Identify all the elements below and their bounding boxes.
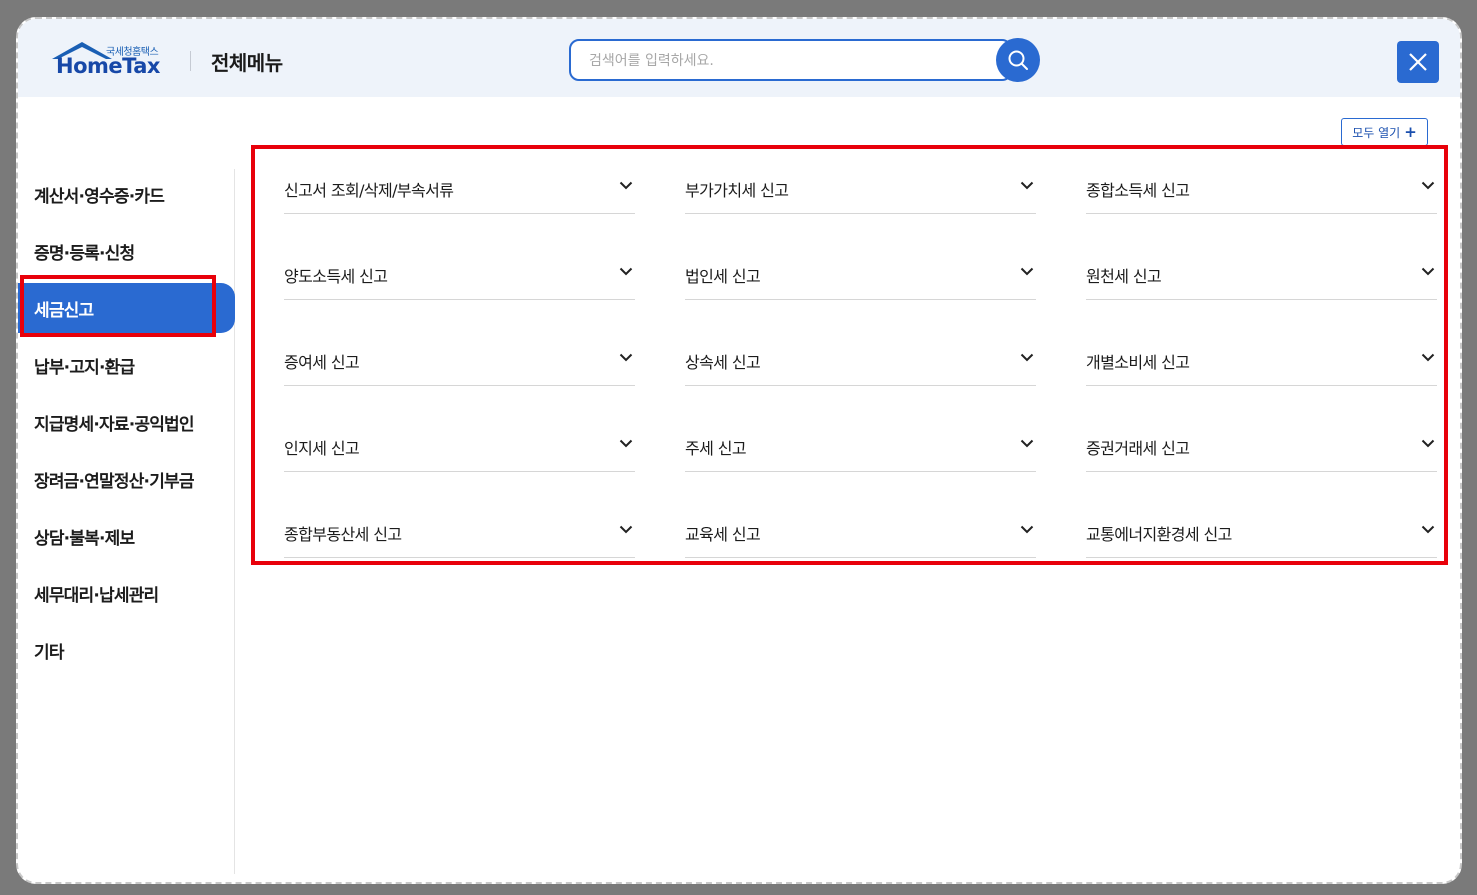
plus-icon: + bbox=[1404, 123, 1417, 141]
menu-item-securities-tax[interactable]: 증권거래세 신고 bbox=[1086, 429, 1437, 472]
sidebar-item-label: 장려금·연말정산·기부금 bbox=[34, 471, 195, 492]
header-divider bbox=[190, 51, 191, 71]
sidebar-item-label: 세금신고 bbox=[34, 300, 94, 321]
menu-item-capital-gains[interactable]: 양도소득세 신고 bbox=[284, 257, 635, 300]
menu-item-comprehensive-property-tax[interactable]: 종합부동산세 신고 bbox=[284, 515, 635, 558]
modal-header: 국세청홈택스 HomeTax 전체메뉴 bbox=[18, 19, 1460, 97]
sidebar-item-invoice-receipt-card[interactable]: 계산서·영수증·카드 bbox=[18, 169, 235, 219]
menu-item-label: 증권거래세 신고 bbox=[1086, 439, 1190, 458]
menu-item-transport-energy-tax[interactable]: 교통에너지환경세 신고 bbox=[1086, 515, 1437, 558]
sidebar-item-payment-notice-refund[interactable]: 납부·고지·환급 bbox=[18, 340, 235, 390]
sidebar-item-incentive-yearend[interactable]: 장려금·연말정산·기부금 bbox=[18, 454, 235, 504]
sidebar-item-etc[interactable]: 기타 bbox=[18, 625, 235, 675]
chevron-down-icon bbox=[1421, 267, 1435, 276]
chevron-down-icon bbox=[619, 181, 633, 190]
menu-item-withholding-tax[interactable]: 원천세 신고 bbox=[1086, 257, 1437, 300]
chevron-down-icon bbox=[1020, 353, 1034, 362]
chevron-down-icon bbox=[1020, 525, 1034, 534]
sidebar-item-label: 계산서·영수증·카드 bbox=[34, 186, 165, 207]
chevron-down-icon bbox=[619, 267, 633, 276]
menu-item-label: 부가가치세 신고 bbox=[685, 181, 789, 200]
menu-item-stamp-tax[interactable]: 인지세 신고 bbox=[284, 429, 635, 472]
close-icon bbox=[1409, 53, 1427, 71]
sidebar-item-label: 납부·고지·환급 bbox=[34, 357, 135, 378]
sidebar-item-consultation-appeal[interactable]: 상담·불복·제보 bbox=[18, 511, 235, 561]
menu-item-label: 원천세 신고 bbox=[1086, 267, 1162, 286]
chevron-down-icon bbox=[1421, 181, 1435, 190]
menu-item-label: 주세 신고 bbox=[685, 439, 747, 458]
sidebar-item-label: 세무대리·납세관리 bbox=[34, 585, 159, 606]
close-button[interactable] bbox=[1397, 41, 1439, 83]
menu-item-excise-tax[interactable]: 개별소비세 신고 bbox=[1086, 343, 1437, 386]
chevron-down-icon bbox=[619, 525, 633, 534]
page-title: 전체메뉴 bbox=[211, 51, 283, 75]
open-all-label: 모두 열기 bbox=[1352, 125, 1401, 140]
sidebar: 계산서·영수증·카드 증명·등록·신청 세금신고 납부·고지·환급 지급명세·자… bbox=[18, 169, 235, 874]
menu-item-label: 신고서 조회/삭제/부속서류 bbox=[284, 181, 454, 200]
chevron-down-icon bbox=[1020, 439, 1034, 448]
chevron-down-icon bbox=[1020, 181, 1034, 190]
search-input[interactable] bbox=[589, 50, 969, 72]
chevron-down-icon bbox=[1421, 353, 1435, 362]
chevron-down-icon bbox=[619, 353, 633, 362]
menu-item-liquor-tax[interactable]: 주세 신고 bbox=[685, 429, 1036, 472]
menu-item-label: 교육세 신고 bbox=[685, 525, 761, 544]
sidebar-item-label: 상담·불복·제보 bbox=[34, 528, 135, 549]
menu-item-education-tax[interactable]: 교육세 신고 bbox=[685, 515, 1036, 558]
sidebar-item-label: 증명·등록·신청 bbox=[34, 243, 135, 264]
logo-wordmark: HomeTax bbox=[56, 54, 160, 78]
sidebar-item-tax-agent[interactable]: 세무대리·납세관리 bbox=[18, 568, 235, 618]
search-icon bbox=[1008, 50, 1028, 70]
open-all-button[interactable]: 모두 열기 + bbox=[1341, 118, 1428, 146]
menu-item-label: 종합소득세 신고 bbox=[1086, 181, 1190, 200]
menu-item-label: 인지세 신고 bbox=[284, 439, 360, 458]
menu-item-label: 법인세 신고 bbox=[685, 267, 761, 286]
chevron-down-icon bbox=[619, 439, 633, 448]
menu-item-vat[interactable]: 부가가치세 신고 bbox=[685, 171, 1036, 214]
search-box bbox=[569, 39, 1012, 81]
chevron-down-icon bbox=[1020, 267, 1034, 276]
sidebar-item-certificate-registration[interactable]: 증명·등록·신청 bbox=[18, 226, 235, 276]
full-menu-modal: 국세청홈택스 HomeTax 전체메뉴 모두 열기 + 계산서·영수증·카드 bbox=[16, 17, 1462, 884]
search-button[interactable] bbox=[996, 38, 1040, 82]
menu-item-label: 상속세 신고 bbox=[685, 353, 761, 372]
menu-item-report-lookup[interactable]: 신고서 조회/삭제/부속서류 bbox=[284, 171, 635, 214]
chevron-down-icon bbox=[1421, 525, 1435, 534]
menu-item-gift-tax[interactable]: 증여세 신고 bbox=[284, 343, 635, 386]
sidebar-item-tax-filing[interactable]: 세금신고 bbox=[18, 283, 235, 333]
sidebar-item-label: 지급명세·자료·공익법인 bbox=[34, 414, 195, 435]
menu-item-corporate-tax[interactable]: 법인세 신고 bbox=[685, 257, 1036, 300]
menu-item-label: 종합부동산세 신고 bbox=[284, 525, 402, 544]
chevron-down-icon bbox=[1421, 439, 1435, 448]
menu-item-label: 증여세 신고 bbox=[284, 353, 360, 372]
menu-item-inheritance-tax[interactable]: 상속세 신고 bbox=[685, 343, 1036, 386]
menu-item-label: 교통에너지환경세 신고 bbox=[1086, 525, 1232, 544]
menu-item-income-tax[interactable]: 종합소득세 신고 bbox=[1086, 171, 1437, 214]
menu-item-label: 개별소비세 신고 bbox=[1086, 353, 1190, 372]
sidebar-item-payment-statement[interactable]: 지급명세·자료·공익법인 bbox=[18, 397, 235, 447]
sidebar-item-label: 기타 bbox=[34, 642, 64, 663]
menu-item-label: 양도소득세 신고 bbox=[284, 267, 388, 286]
hometax-logo[interactable]: 국세청홈택스 HomeTax bbox=[48, 39, 168, 79]
